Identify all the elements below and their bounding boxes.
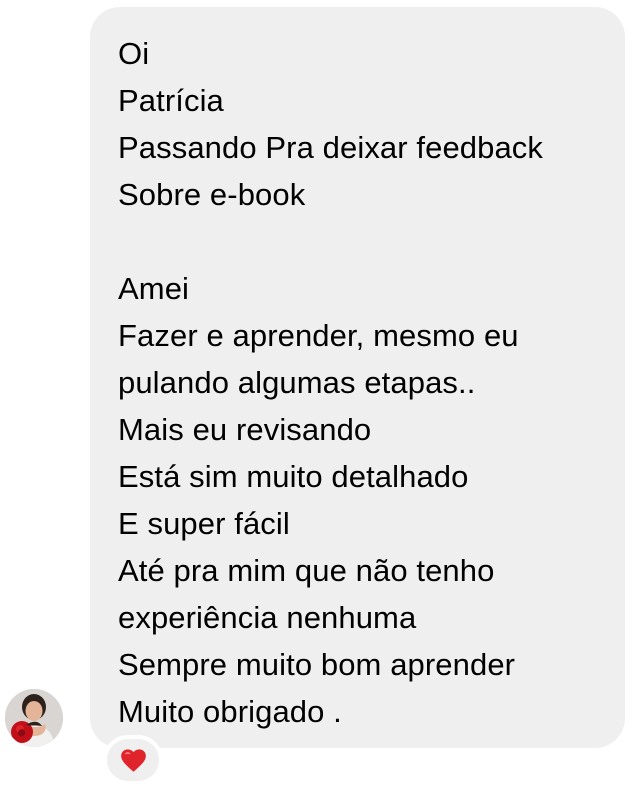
message-line: E super fácil — [118, 506, 290, 541]
message-line: Sempre muito bom aprender — [118, 647, 516, 682]
sender-avatar[interactable] — [5, 689, 63, 747]
message-text: Oi Patrícia Passando Pra deixar feedback… — [118, 30, 605, 735]
message-line: Sobre e-book — [118, 177, 306, 212]
message-line: Mais eu revisando — [118, 412, 372, 447]
message-line: Passando Pra deixar feedback — [118, 130, 544, 165]
message-line: experiência nenhuma — [118, 600, 417, 635]
message-line — [118, 218, 605, 265]
message-line: Fazer e aprender, mesmo eu — [118, 318, 519, 353]
reaction-badge[interactable] — [103, 735, 163, 785]
message-thread: Oi Patrícia Passando Pra deixar feedback… — [0, 0, 643, 800]
message-line: Até pra mim que não tenho — [118, 553, 495, 588]
incoming-message-bubble[interactable]: Oi Patrícia Passando Pra deixar feedback… — [90, 7, 625, 748]
message-line: Patrícia — [118, 83, 224, 118]
message-line: Oi — [118, 36, 150, 71]
message-line: Amei — [118, 271, 190, 306]
profile-photo — [5, 689, 63, 747]
message-line: Está sim muito detalhado — [118, 459, 469, 494]
message-line: pulando algumas etapas.. — [118, 365, 476, 400]
red-heart-icon — [120, 748, 146, 772]
message-line: Muito obrigado . — [118, 694, 342, 729]
